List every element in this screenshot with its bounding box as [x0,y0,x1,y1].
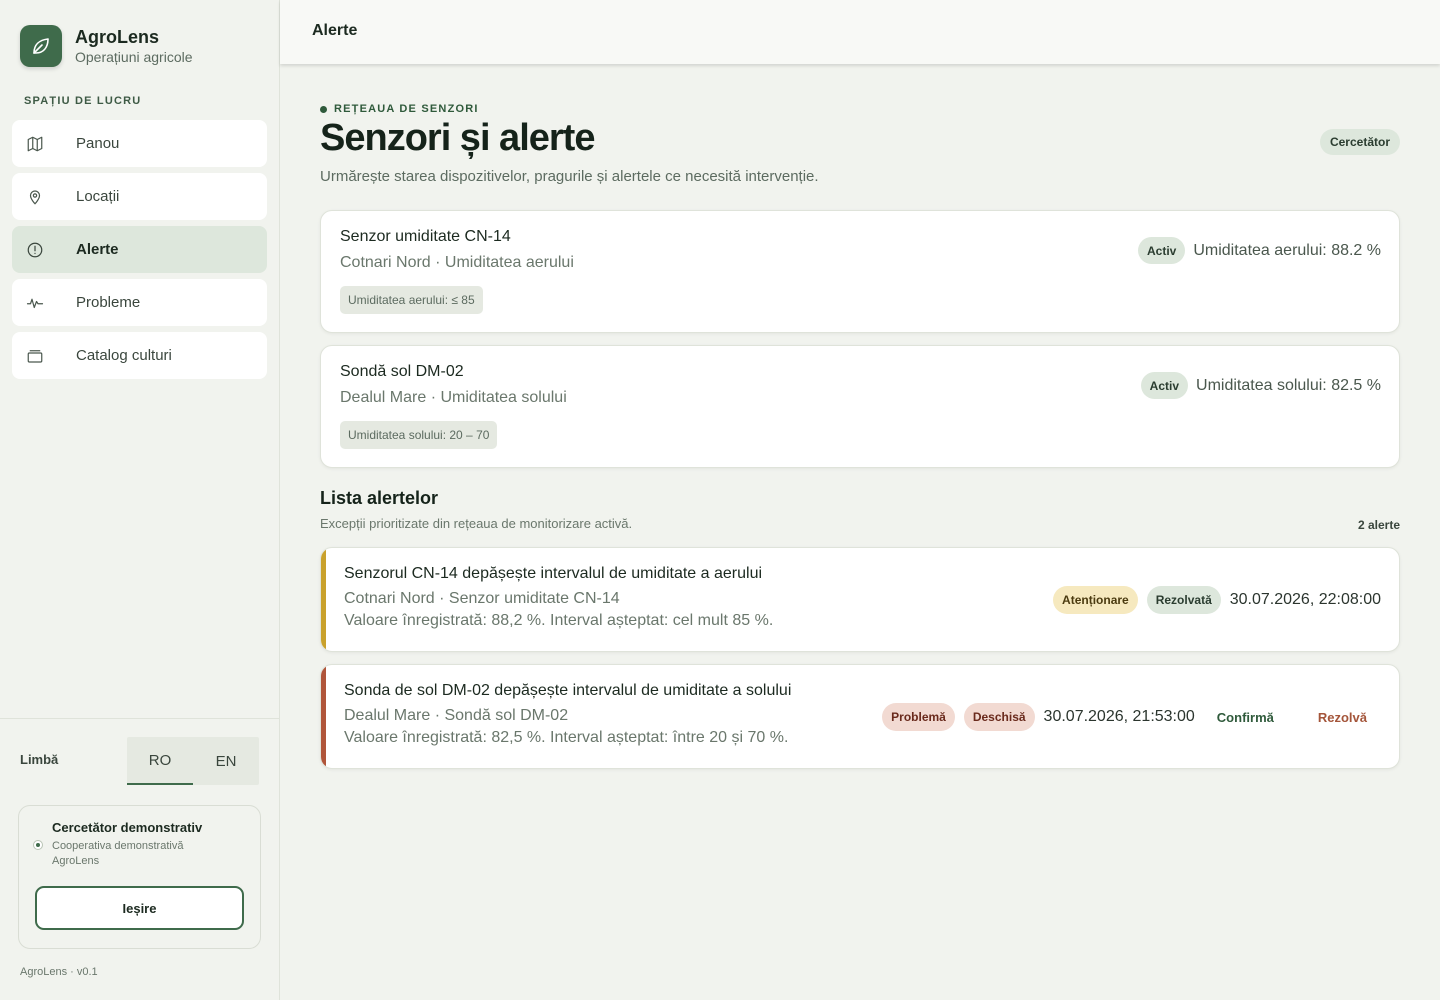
sidebar-item-locatii[interactable]: Locații [12,173,267,220]
sidebar-item-label: Alerte [76,241,119,258]
activity-icon [25,293,45,313]
user-status-dot-icon [33,840,43,850]
resolve-button[interactable]: Rezolvă [1308,710,1377,725]
severity-badge: Atenționare [1053,586,1138,614]
brand-name: AgroLens [75,27,160,47]
severity-bar [321,548,326,651]
language-label: Limbă [20,752,59,767]
state-badge: Rezolvată [1146,586,1221,614]
sidebar-item-label: Catalog culturi [76,347,172,364]
sensor-reading: Umiditatea aerului: 88.2 % [1193,241,1381,259]
alerts-section-subtitle: Excepții prioritizate din rețeaua de mon… [320,516,633,531]
alert-value: Valoare înregistrată: 82,5 %. Interval a… [344,729,789,746]
sensor-threshold-badge: Umiditatea aerului: ≤ 85 [340,286,483,314]
user-organization: Cooperativa demonstrativă AgroLens [52,840,184,867]
alert-card[interactable]: Sonda de sol DM-02 depășește intervalul … [320,664,1400,769]
alert-title: Senzorul CN-14 depășește intervalul de u… [344,565,763,582]
sidebar-item-catalog-culturi[interactable]: Catalog culturi [12,332,267,379]
map-icon [25,134,45,154]
sidebar-item-panou[interactable]: Panou [12,120,267,167]
user-card: Cercetător demonstrativ Cooperativa demo… [18,805,261,949]
page-title: Senzori și alerte [320,117,595,159]
sidebar-nav: Panou Locații Alerte Probleme Catalog cu… [12,120,267,385]
role-badge: Cercetător [1319,129,1400,155]
sensor-card[interactable]: Senzor umiditate CN-14 Cotnari Nord · Um… [320,210,1400,333]
sensor-name: Sondă sol DM-02 [340,363,464,380]
brand[interactable]: AgroLens Operațiuni agricole [20,25,193,67]
sensor-name: Senzor umiditate CN-14 [340,228,511,245]
archive-box-icon [25,346,45,366]
page-description: Urmărește starea dispozitivelor, praguri… [320,168,819,185]
sidebar: AgroLens Operațiuni agricole SPAȚIU DE L… [0,0,280,1000]
eyebrow-label: REȚEAUA DE SENZORI [334,103,479,115]
sensor-reading: Umiditatea solului: 82.5 % [1196,376,1381,394]
alerts-count: 2 alerte [1357,518,1400,532]
alert-timestamp: 30.07.2026, 22:08:00 [1229,591,1381,608]
logout-button[interactable]: Ieșire [35,886,244,930]
alert-card[interactable]: Senzorul CN-14 depășește intervalul de u… [320,547,1400,652]
status-badge: Activ [1140,372,1189,399]
sensor-location: Cotnari Nord · Umiditatea aerului [340,254,574,271]
sidebar-item-label: Locații [76,188,120,205]
severity-bar [321,665,326,768]
alert-circle-icon [25,240,45,260]
workspace-label: SPAȚIU DE LUCRU [24,95,142,107]
alert-value: Valoare înregistrată: 88,2 %. Interval a… [344,612,774,629]
sidebar-item-probleme[interactable]: Probleme [12,279,267,326]
language-option-en[interactable]: EN [193,737,259,785]
language-option-ro[interactable]: RO [127,737,193,785]
eyebrow-dot-icon [320,105,327,113]
section-eyebrow: REȚEAUA DE SENZORI [320,103,479,115]
sidebar-divider [0,718,279,719]
sensor-card[interactable]: Sondă sol DM-02 Dealul Mare · Umiditatea… [320,345,1400,468]
sidebar-item-label: Panou [76,135,120,152]
confirm-button[interactable]: Confirmă [1207,710,1284,725]
app-version: AgroLens · v0.1 [20,966,98,978]
sensor-location: Dealul Mare · Umiditatea solului [340,389,567,406]
sensor-threshold-badge: Umiditatea solului: 20 – 70 [340,421,498,449]
brand-subtitle: Operațiuni agricole [75,49,193,65]
top-bar: Alerte [280,0,1440,64]
leaf-logo-icon [20,25,62,67]
topbar-title: Alerte [312,22,358,39]
alert-timestamp: 30.07.2026, 21:53:00 [1043,708,1195,725]
alerts-section-title: Lista alertelor [320,488,439,508]
alert-title: Sonda de sol DM-02 depășește intervalul … [344,682,792,699]
sidebar-item-alerte[interactable]: Alerte [12,226,267,273]
state-badge: Deschisă [963,703,1035,731]
alert-location: Dealul Mare · Sondă sol DM-02 [344,707,569,724]
alert-location: Cotnari Nord · Senzor umiditate CN-14 [344,590,620,607]
severity-badge: Problemă [882,703,955,731]
language-switch: RO EN [127,737,259,785]
status-badge: Activ [1138,237,1186,264]
user-name: Cercetător demonstrativ [52,820,203,835]
sidebar-item-label: Probleme [76,294,141,311]
location-pin-icon [25,187,45,207]
